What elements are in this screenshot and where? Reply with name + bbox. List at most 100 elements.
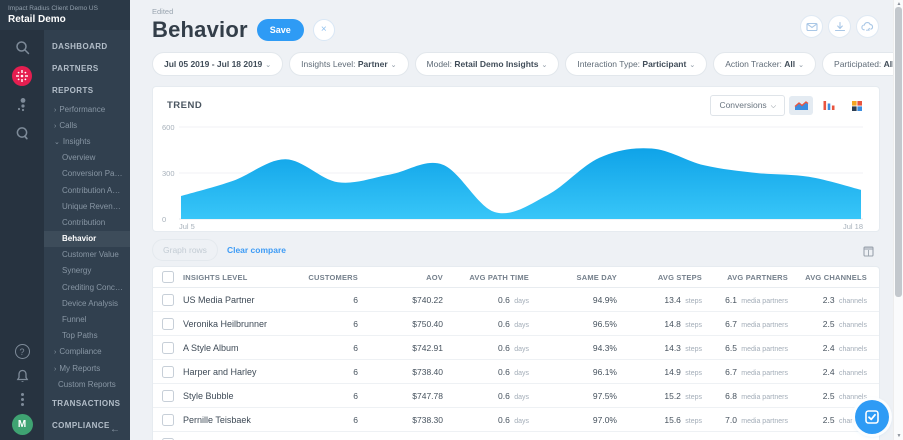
table-row[interactable]: US Media Partner6$740.220.6 days94.9%13.… bbox=[153, 288, 879, 312]
discard-changes-button[interactable]: × bbox=[313, 19, 335, 41]
filter-insights-level[interactable]: Insights Level: Partner⌄ bbox=[289, 52, 408, 76]
table-row[interactable]: A Style Album6$742.910.6 days94.3%14.3 s… bbox=[153, 336, 879, 360]
filter-jul-05-2019-jul-18-2019[interactable]: Jul 05 2019 - Jul 18 2019⌄ bbox=[152, 52, 283, 76]
sidebar-item-content[interactable]: CONTENT bbox=[44, 436, 130, 440]
sidebar-item-behavior[interactable]: Behavior bbox=[44, 231, 130, 247]
sidebar-item-conversion-path-analysis[interactable]: Conversion Path Analysis... bbox=[44, 166, 130, 182]
account-header[interactable]: Impact Radius Client Demo US Retail Demo bbox=[0, 0, 130, 30]
search-icon[interactable] bbox=[13, 38, 31, 56]
cell-customers: 6 bbox=[288, 415, 370, 425]
sidebar-item-funnel[interactable]: Funnel bbox=[44, 311, 130, 327]
unit-label: channels bbox=[839, 394, 867, 401]
download-icon[interactable] bbox=[828, 15, 851, 38]
sidebar-item-dashboard[interactable]: DASHBOARD bbox=[44, 35, 130, 57]
select-all-checkbox[interactable] bbox=[162, 271, 174, 283]
scrollbar-thumb[interactable] bbox=[895, 7, 902, 297]
sidebar-item-overview[interactable]: Overview bbox=[44, 150, 130, 166]
email-icon[interactable] bbox=[800, 15, 823, 38]
cloud-sync-icon[interactable] bbox=[856, 15, 879, 38]
stacked-chart-icon[interactable] bbox=[845, 96, 869, 115]
bar-chart-icon[interactable] bbox=[817, 96, 841, 115]
row-checkbox[interactable] bbox=[162, 366, 174, 378]
cell-avg-steps: 14.9 steps bbox=[629, 367, 714, 377]
column-header-customers[interactable]: CUSTOMERS bbox=[288, 273, 370, 282]
metric-dropdown[interactable]: Conversions⌵ bbox=[710, 95, 785, 116]
filter-interaction-type[interactable]: Interaction Type: Participant⌄ bbox=[565, 52, 707, 76]
unit-label: channels bbox=[839, 346, 867, 353]
sidebar-item-transactions[interactable]: TRANSACTIONS bbox=[44, 392, 130, 414]
filter-label: Action Tracker: bbox=[725, 59, 784, 69]
table-row[interactable]: One Mile At A Time6$744.260.6 days96.2%1… bbox=[153, 432, 879, 440]
column-header-avg-path-time[interactable]: AVG PATH TIME bbox=[455, 273, 541, 282]
column-header-same-day[interactable]: SAME DAY bbox=[541, 273, 629, 282]
user-avatar[interactable]: M bbox=[12, 414, 33, 435]
notifications-bell-icon[interactable] bbox=[13, 367, 31, 385]
vertical-scrollbar[interactable]: ▲ ▼ bbox=[893, 0, 903, 440]
clear-compare-link[interactable]: Clear compare bbox=[227, 245, 286, 255]
column-settings-icon[interactable] bbox=[863, 244, 874, 262]
unit-label: channels bbox=[839, 298, 867, 305]
sidebar-item-my-reports[interactable]: ›My Reports bbox=[44, 360, 130, 376]
sidebar-item-synergy[interactable]: Synergy bbox=[44, 263, 130, 279]
sidebar-item-contribution-analysis-leg[interactable]: Contribution Analysis Leg... bbox=[44, 182, 130, 198]
column-header-avg-channels[interactable]: AVG CHANNELS bbox=[800, 273, 879, 282]
y-tick-label: 600 bbox=[162, 123, 175, 132]
scroll-down-arrow[interactable]: ▼ bbox=[894, 433, 903, 439]
sidebar-item-custom-reports[interactable]: Custom Reports bbox=[44, 376, 130, 392]
sidebar-item-insights[interactable]: ⌄Insights bbox=[44, 133, 130, 149]
table-row[interactable]: Harper and Harley6$738.400.6 days96.1%14… bbox=[153, 360, 879, 384]
collapse-sidebar-arrow[interactable]: ← bbox=[110, 424, 120, 435]
save-button[interactable]: Save bbox=[257, 19, 304, 41]
sidebar-item-label: COMPLIANCE bbox=[52, 421, 110, 430]
cell-avg-channels: 2.5 channels bbox=[800, 391, 879, 401]
column-header-aov[interactable]: AOV bbox=[370, 273, 455, 282]
overflow-menu-icon[interactable] bbox=[21, 393, 24, 406]
impact-logo[interactable] bbox=[12, 66, 32, 86]
column-header-avg-partners[interactable]: AVG PARTNERS bbox=[714, 273, 800, 282]
filter-model[interactable]: Model: Retail Demo Insights⌄ bbox=[415, 52, 560, 76]
column-header-avg-steps[interactable]: AVG STEPS bbox=[629, 273, 714, 282]
query-icon[interactable] bbox=[13, 124, 31, 142]
sidebar-item-compliance[interactable]: ›Compliance bbox=[44, 344, 130, 360]
table-row[interactable]: Style Bubble6$747.780.6 days97.5%15.2 st… bbox=[153, 384, 879, 408]
row-checkbox[interactable] bbox=[162, 390, 174, 402]
column-header-insights-level[interactable]: INSIGHTS LEVEL bbox=[183, 273, 288, 282]
filter-action-tracker[interactable]: Action Tracker: All⌄ bbox=[713, 52, 816, 76]
sidebar-item-reports[interactable]: REPORTS bbox=[44, 79, 130, 101]
sidebar-item-device-analysis[interactable]: Device Analysis bbox=[44, 295, 130, 311]
chevron-down-icon: ⌄ bbox=[798, 62, 804, 69]
help-icon[interactable]: ? bbox=[15, 344, 30, 359]
sidebar-item-performance[interactable]: ›Performance bbox=[44, 101, 130, 117]
cell-customers: 6 bbox=[288, 367, 370, 377]
sidebar-item-partners[interactable]: PARTNERS bbox=[44, 57, 130, 79]
graph-rows-button[interactable]: Graph rows bbox=[152, 239, 218, 261]
cell-aov: $747.78 bbox=[370, 391, 455, 401]
row-checkbox[interactable] bbox=[162, 318, 174, 330]
page-title: Behavior bbox=[152, 17, 248, 43]
contacts-icon[interactable] bbox=[13, 96, 31, 114]
unit-label: steps bbox=[685, 322, 702, 329]
sidebar-item-top-paths[interactable]: Top Paths bbox=[44, 328, 130, 344]
trend-chart[interactable] bbox=[179, 119, 863, 222]
sidebar-item-label: DASHBOARD bbox=[52, 42, 108, 51]
tasks-fab[interactable] bbox=[855, 400, 889, 434]
table-row[interactable]: Pernille Teisbaek6$738.300.6 days97.0%15… bbox=[153, 408, 879, 432]
filter-participated[interactable]: Participated: All⌄ bbox=[822, 52, 903, 76]
table-row[interactable]: Veronika Heilbrunner6$750.400.6 days96.5… bbox=[153, 312, 879, 336]
sidebar-item-customer-value[interactable]: Customer Value bbox=[44, 247, 130, 263]
x-tick-label: Jul 5 bbox=[179, 222, 195, 231]
compare-bar: Graph rows Clear compare bbox=[152, 240, 880, 260]
sidebar-item-contribution[interactable]: Contribution bbox=[44, 214, 130, 230]
sidebar-item-crediting-concerns[interactable]: Crediting Concerns bbox=[44, 279, 130, 295]
cell-avg-channels: 2.4 channels bbox=[800, 343, 879, 353]
sidebar-item-label: My Reports bbox=[59, 364, 100, 373]
filter-label: Model: bbox=[427, 59, 455, 69]
row-checkbox[interactable] bbox=[162, 414, 174, 426]
row-checkbox[interactable] bbox=[162, 342, 174, 354]
unit-label: channels bbox=[839, 322, 867, 329]
area-chart-icon[interactable] bbox=[789, 96, 813, 115]
cell-avg-path-time: 0.6 days bbox=[455, 295, 541, 305]
row-checkbox[interactable] bbox=[162, 294, 174, 306]
sidebar-item-unique-revenue-analysis[interactable]: Unique Revenue Analysis ... bbox=[44, 198, 130, 214]
sidebar-item-calls[interactable]: ›Calls bbox=[44, 117, 130, 133]
